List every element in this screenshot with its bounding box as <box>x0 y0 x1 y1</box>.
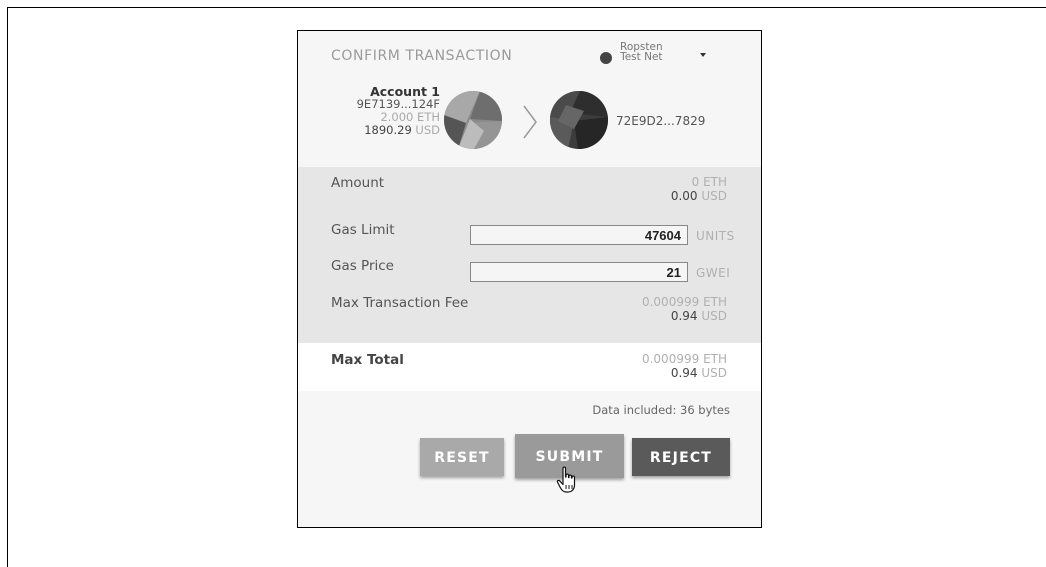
max-total-section: Max Total 0.000999 ETH 0.94 USD <box>298 343 761 391</box>
to-address: 72E9D2...7829 <box>616 114 706 128</box>
max-fee-eth-value: 0.000999 <box>641 295 700 309</box>
transaction-details: Amount 0 ETH 0.00 USD Gas Limit UNITS Ga… <box>298 167 761 343</box>
max-fee-values: 0.000999 ETH 0.94 USD <box>642 295 727 323</box>
gas-limit-label: Gas Limit <box>331 222 395 238</box>
max-total-usd-value: 0.94 <box>670 366 698 380</box>
gas-limit-input[interactable] <box>470 225 688 245</box>
max-fee-eth-unit: ETH <box>703 295 727 309</box>
amount-values: 0 ETH 0.00 USD <box>671 175 727 203</box>
chevron-right-icon <box>523 105 537 139</box>
max-fee-label: Max Transaction Fee <box>331 295 469 311</box>
amount-usd-value: 0.00 <box>670 189 698 203</box>
max-total-eth-unit: ETH <box>703 352 727 366</box>
gas-price-input[interactable] <box>470 262 688 282</box>
balance-usd-value: 1890.29 <box>364 123 412 137</box>
reject-button[interactable]: REJECT <box>632 438 730 476</box>
max-total-eth-value: 0.000999 <box>641 352 700 366</box>
amount-eth-value: 0 <box>691 175 700 189</box>
gas-price-label: Gas Price <box>331 258 394 274</box>
page-title: CONFIRM TRANSACTION <box>331 48 513 64</box>
network-selector[interactable]: Ropsten Test Net <box>620 42 663 63</box>
amount-usd-unit: USD <box>701 189 727 203</box>
balance-eth-value: 2.000 <box>380 110 414 124</box>
caret-down-icon[interactable] <box>700 53 706 57</box>
data-included-note: Data included: 36 bytes <box>592 403 730 417</box>
max-total-values: 0.000999 ETH 0.94 USD <box>642 352 727 380</box>
max-fee-usd-value: 0.94 <box>670 309 698 323</box>
reset-button[interactable]: RESET <box>420 438 504 476</box>
max-total-label: Max Total <box>331 352 404 368</box>
max-total-usd-unit: USD <box>701 366 727 380</box>
amount-label: Amount <box>331 175 385 191</box>
gas-limit-unit: UNITS <box>696 229 735 243</box>
amount-eth-unit: ETH <box>703 175 727 189</box>
network-status-icon[interactable] <box>600 52 612 64</box>
gas-price-unit: GWEI <box>696 266 731 280</box>
balance-usd-unit: USD <box>415 123 440 137</box>
from-balance-usd: 1890.29 USD <box>298 124 440 137</box>
to-identicon <box>550 91 608 149</box>
confirm-transaction-popup: CONFIRM TRANSACTION Ropsten Test Net Acc… <box>297 30 762 528</box>
hand-pointer-icon <box>556 466 576 493</box>
network-name-line2[interactable]: Test Net <box>620 52 663 63</box>
balance-eth-unit: ETH <box>417 110 440 124</box>
max-fee-usd-unit: USD <box>701 309 727 323</box>
popup-header: CONFIRM TRANSACTION Ropsten Test Net <box>298 31 761 71</box>
from-account: Account 1 9E7139...124F 2.000 ETH 1890.2… <box>298 85 440 137</box>
from-identicon <box>444 91 502 149</box>
